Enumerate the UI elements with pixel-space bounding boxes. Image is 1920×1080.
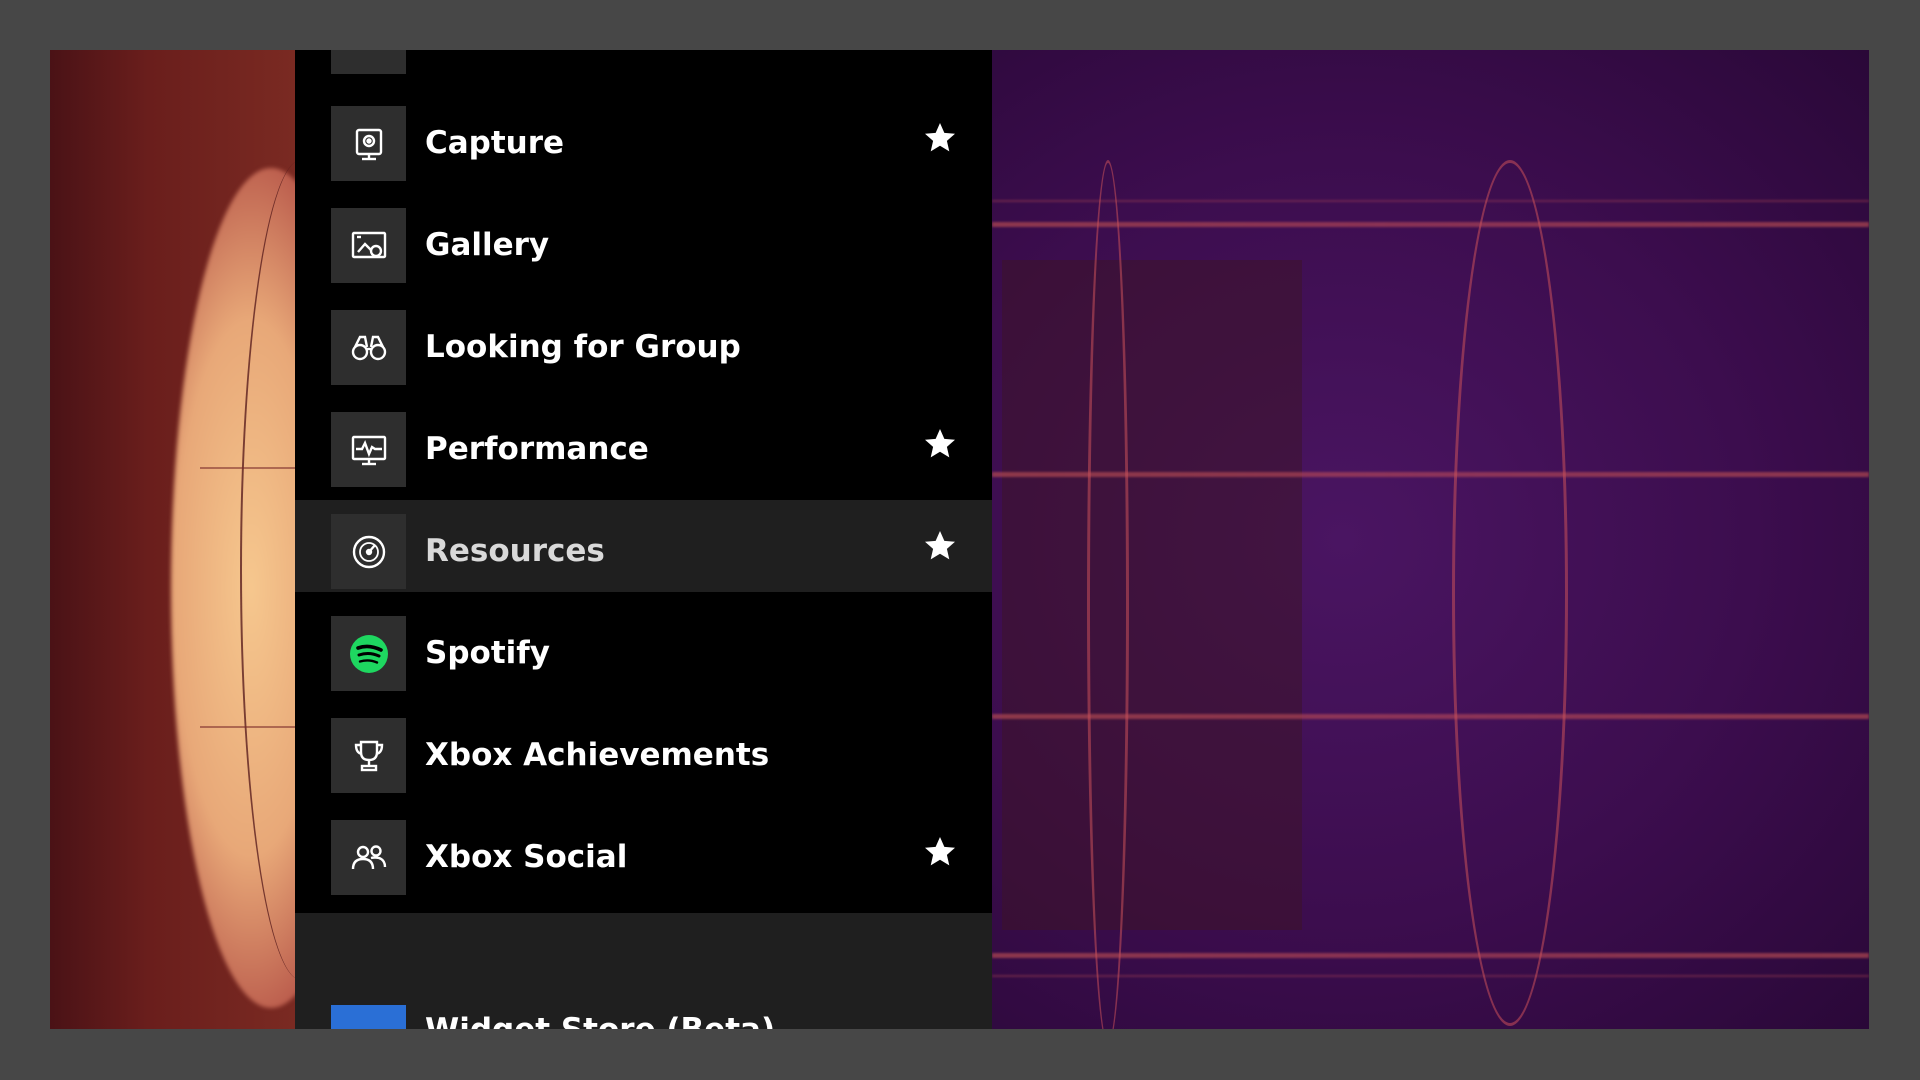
menu-item-label: Xbox Social — [425, 839, 628, 875]
menu-item-label: Gallery — [425, 227, 550, 263]
menu-item-label: Performance — [425, 431, 649, 467]
binoculars-icon — [331, 310, 406, 385]
gallery-icon — [331, 208, 406, 283]
menu-item-looking-for-group[interactable]: Looking for Group — [295, 296, 992, 388]
favorite-star-icon[interactable] — [922, 834, 958, 870]
favorite-star-icon[interactable] — [922, 528, 958, 564]
menu-item-label: Looking for Group — [425, 329, 741, 365]
widget-store-icon — [331, 1005, 406, 1029]
menu-item-xbox-social[interactable]: Xbox Social — [295, 806, 992, 898]
menu-item-capture[interactable]: Capture — [295, 92, 992, 184]
performance-monitor-icon — [331, 412, 406, 487]
widget-store-item[interactable]: Widget Store (Beta) — [295, 913, 992, 1029]
people-icon — [331, 820, 406, 895]
screen-frame: Capture Gallery Looking for Group Perfor… — [50, 50, 1869, 1029]
partial-item-tile — [331, 50, 406, 74]
game-background-left — [50, 50, 296, 1029]
menu-item-gallery[interactable]: Gallery — [295, 194, 992, 286]
trophy-icon — [331, 718, 406, 793]
game-background-right — [992, 50, 1869, 1029]
menu-item-label: Spotify — [425, 635, 550, 671]
menu-item-performance[interactable]: Performance — [295, 398, 992, 490]
favorite-star-icon[interactable] — [922, 426, 958, 462]
menu-item-label: Resources — [425, 533, 605, 569]
menu-item-resources[interactable]: Resources — [295, 500, 992, 592]
spotify-icon — [331, 616, 406, 691]
menu-item-label: Capture — [425, 125, 565, 161]
menu-item-label: Xbox Achievements — [425, 737, 770, 773]
gauge-icon — [331, 514, 406, 589]
widget-store-label: Widget Store (Beta) — [425, 990, 775, 1029]
favorite-star-icon[interactable] — [922, 120, 958, 156]
menu-item-xbox-achievements[interactable]: Xbox Achievements — [295, 704, 992, 796]
menu-item-spotify[interactable]: Spotify — [295, 602, 992, 694]
capture-icon — [331, 106, 406, 181]
widget-menu: Capture Gallery Looking for Group Perfor… — [295, 50, 992, 1029]
